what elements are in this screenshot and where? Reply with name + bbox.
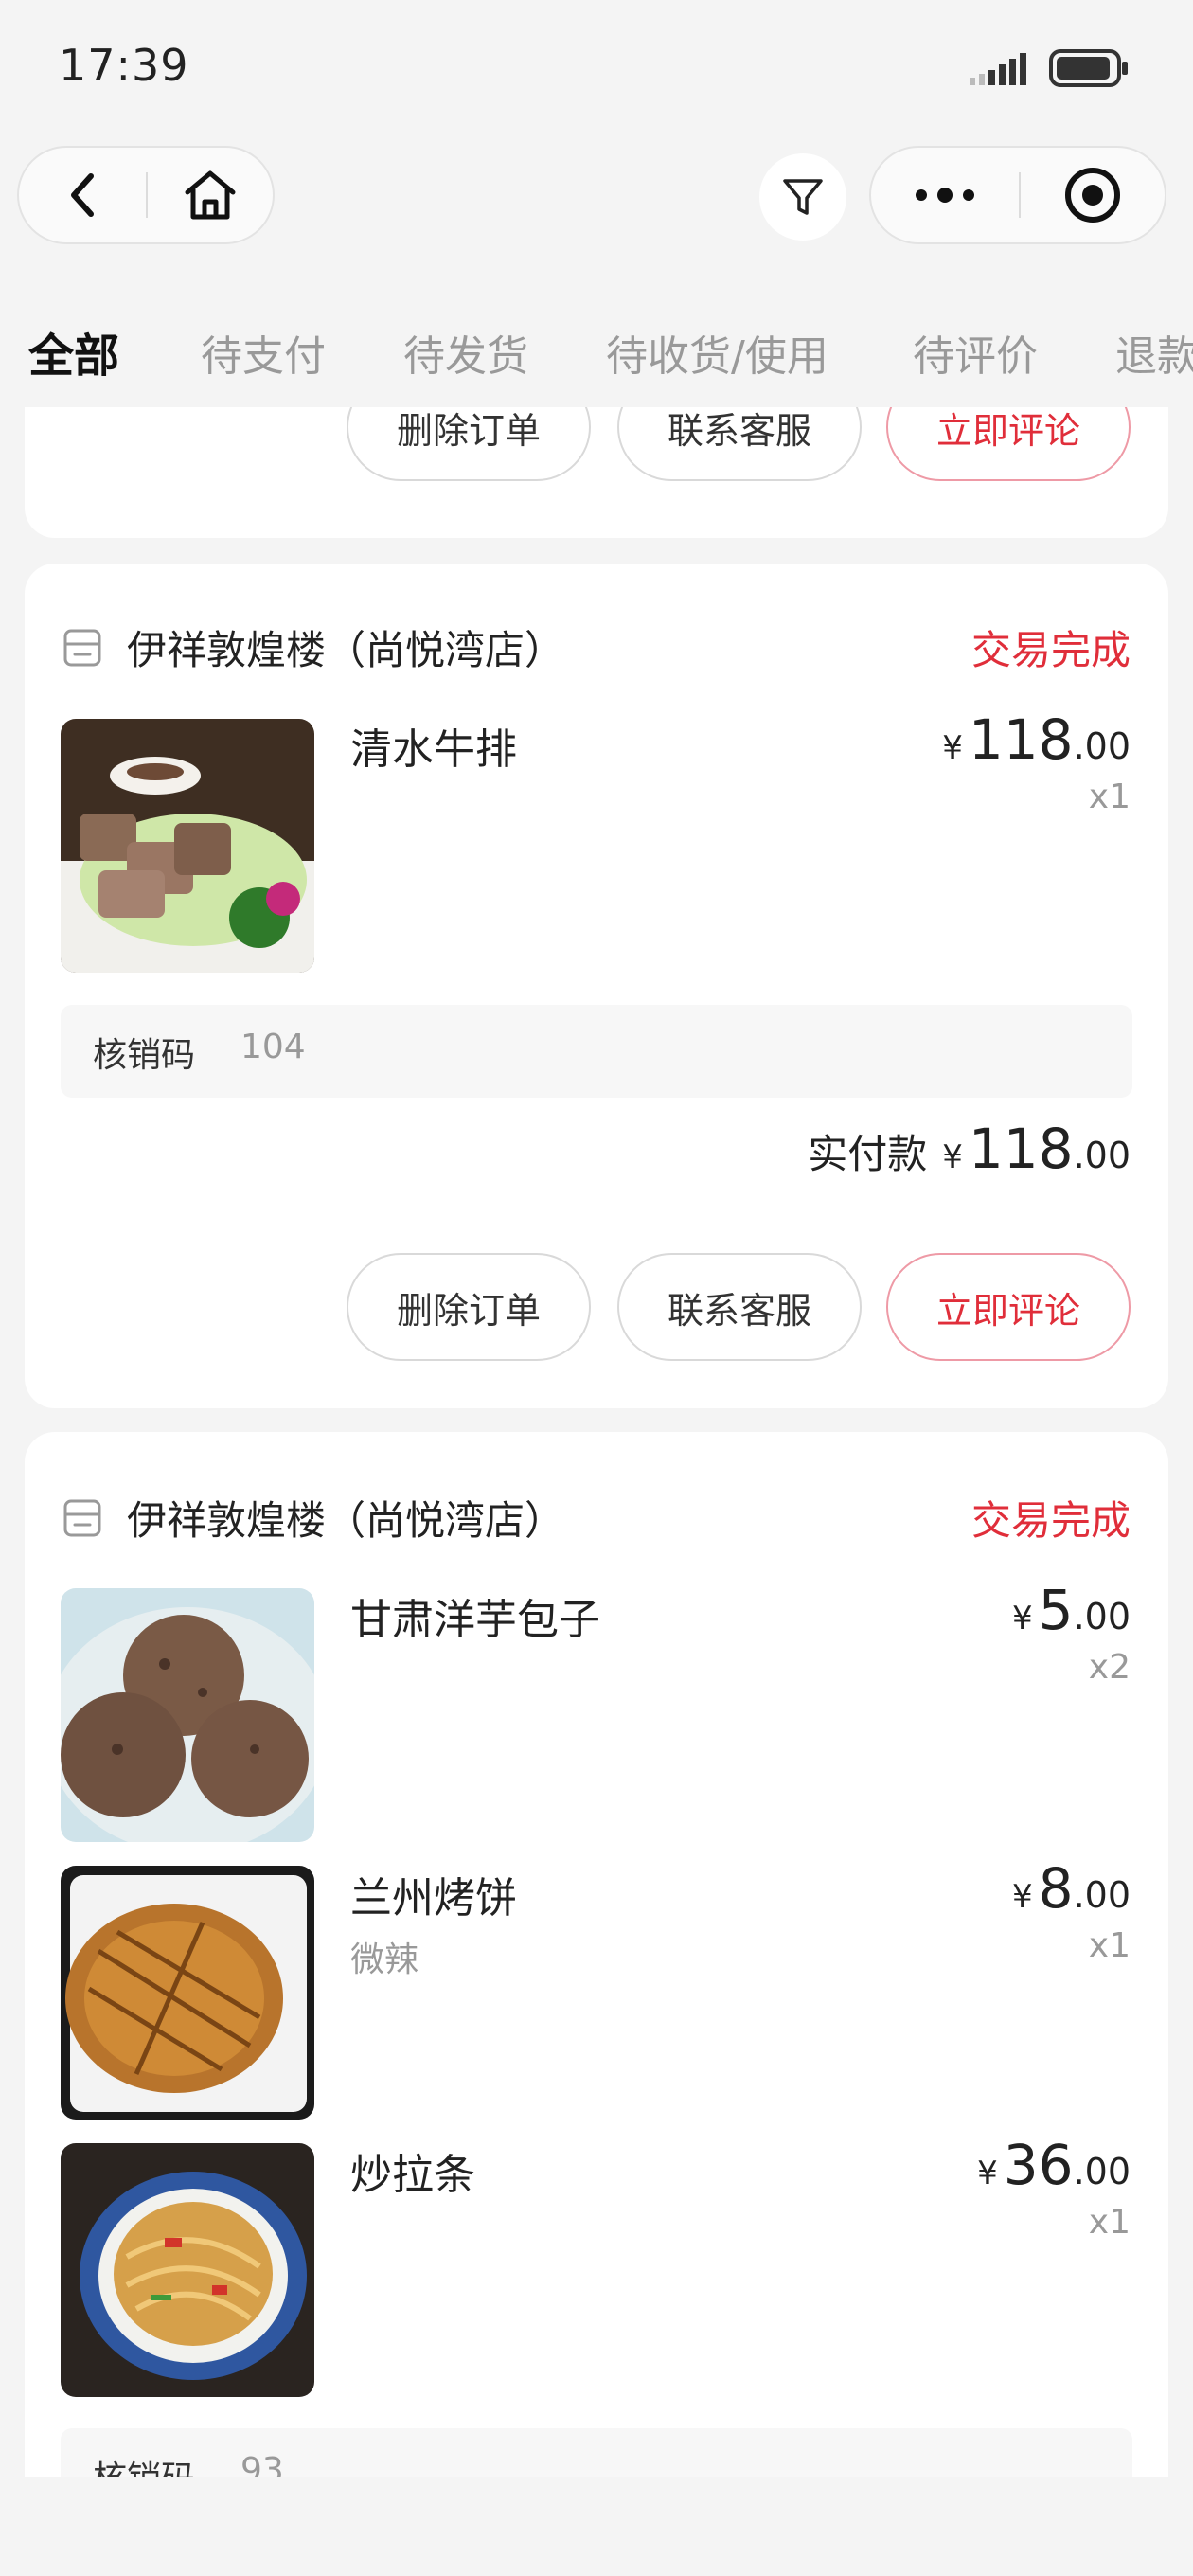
product-name[interactable]: 甘肃洋芋包子 [350,1585,600,1646]
product-name[interactable]: 兰州烤饼 [350,1864,517,1924]
currency-symbol: ¥ [942,729,963,767]
chevron-left-icon [71,173,94,217]
product-image[interactable] [61,719,314,973]
price-integer: 36 [1003,2133,1074,2197]
product-name[interactable]: 炒拉条 [350,2140,475,2201]
price-decimal: .00 [1073,2151,1131,2192]
product-image[interactable] [61,1866,314,2120]
currency-symbol: ¥ [942,1138,963,1176]
store-icon [63,629,101,667]
product-image[interactable] [61,1588,314,1842]
more-dots-icon [916,188,974,203]
verification-code-box: 核销码 104 [61,1005,1132,1098]
store-icon [63,1499,101,1537]
currency-symbol: ¥ [1012,1878,1033,1916]
bottom-safe-area [0,2477,1193,2576]
record-button[interactable] [1021,148,1165,242]
product-name[interactable]: 清水牛排 [350,715,517,776]
home-button[interactable] [146,148,275,242]
paid-label: 实付款 [808,1131,928,1177]
product-price: ¥118.00 [942,707,1131,772]
back-button[interactable] [19,148,148,242]
verification-code-label: 核销码 [93,2451,195,2477]
price-decimal: .00 [1073,1874,1131,1916]
paid-decimal: .00 [1073,1135,1131,1176]
product-quantity: x1 [1088,1926,1131,1965]
battery-icon [1049,49,1128,87]
order-tabs: 全部 待支付 待发货 待收货/使用 待评价 退款 [0,303,1193,407]
currency-symbol: ¥ [977,2155,998,2192]
order-card: 伊祥敦煌楼（尚悦湾店） 交易完成 清水牛排 ¥118.00 x1 核销码 104… [25,564,1168,1408]
product-quantity: x2 [1088,1648,1131,1687]
review-now-button[interactable]: 立即评论 [886,407,1131,481]
verification-code-box: 核销码 93 [61,2428,1132,2477]
order-card-previous: 删除订单 联系客服 立即评论 [25,407,1168,538]
review-now-button[interactable]: 立即评论 [886,1253,1131,1361]
status-time: 17:39 [59,40,189,91]
order-status: 交易完成 [970,627,1131,673]
store-name[interactable]: 伊祥敦煌楼（尚悦湾店） [127,1489,564,1547]
filter-icon [783,179,823,215]
price-integer: 118 [968,707,1074,772]
delete-order-button[interactable]: 删除订单 [347,407,591,481]
order-card: 伊祥敦煌楼（尚悦湾店） 交易完成 甘肃洋芋包子 ¥5.00 x2 兰州烤饼 微辣… [25,1432,1168,2477]
nav-capsule-right [869,146,1166,244]
order-status: 交易完成 [970,1497,1131,1544]
currency-symbol: ¥ [1012,1600,1033,1637]
status-bar: 17:39 [0,0,1193,138]
tab-pending-receipt[interactable]: 待收货/使用 [606,322,828,383]
tab-all[interactable]: 全部 [28,318,119,385]
product-quantity: x1 [1088,2203,1131,2242]
product-price: ¥8.00 [1012,1856,1131,1921]
signal-icon [970,53,1026,85]
home-icon [185,170,236,220]
contact-service-button[interactable]: 联系客服 [617,1253,862,1361]
order-list: 删除订单 联系客服 立即评论 伊祥敦煌楼（尚悦湾店） 交易完成 清水牛排 ¥ 1… [0,407,1193,2477]
tab-pending-review[interactable]: 待评价 [913,322,1038,383]
nav-capsule-left [17,146,275,244]
paid-amount: ¥118.00 [942,1117,1131,1181]
tab-refund[interactable]: 退款 [1115,322,1193,383]
product-quantity: x1 [1088,778,1131,816]
verification-code-value: 104 [240,1028,306,1066]
tab-pending-payment[interactable]: 待支付 [201,322,326,383]
price-decimal: .00 [1073,1596,1131,1637]
record-target-icon [1065,168,1120,223]
delete-order-button[interactable]: 删除订单 [347,1253,591,1361]
tab-pending-shipment[interactable]: 待发货 [403,322,528,383]
product-price: ¥36.00 [977,2133,1131,2197]
verification-code-label: 核销码 [93,1036,196,1075]
contact-service-button[interactable]: 联系客服 [617,407,862,481]
paid-amount-row: 实付款 ¥118.00 [808,1117,1131,1181]
store-name[interactable]: 伊祥敦煌楼（尚悦湾店） [127,618,564,676]
product-spec: 微辣 [350,1941,419,1979]
more-button[interactable] [871,148,1019,242]
product-image[interactable] [61,2143,314,2397]
price-integer: 8 [1038,1856,1074,1921]
verification-code-value: 93 [240,2451,284,2477]
orders-page: 17:39 全部 待支付 待发货 待收货/使用 待评价 退款 删除订单 联系客服… [0,0,1193,2576]
product-price: ¥5.00 [1012,1578,1131,1642]
price-integer: 5 [1038,1578,1074,1642]
price-decimal: .00 [1073,725,1131,767]
paid-integer: 118 [968,1117,1074,1181]
filter-button[interactable] [759,153,846,241]
